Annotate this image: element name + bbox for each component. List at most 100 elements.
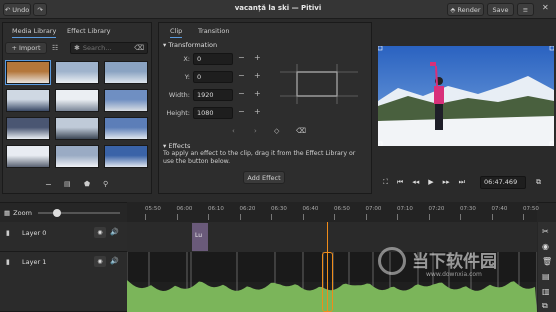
collapse-arrow-icon: ▾ [163, 142, 167, 150]
tag-icon[interactable]: ⬟ [84, 180, 90, 188]
effects-expander[interactable]: ▾ Effects [163, 142, 190, 150]
selected-clip-marker[interactable] [322, 252, 333, 312]
window-title: vacanță la ski — Pitivi [234, 4, 322, 12]
fullscreen-icon[interactable]: ⛶ [383, 178, 388, 187]
transport-controls: ⛶ ⏮ ◂◂ ▶ ▸▸ ⏭ [383, 178, 465, 187]
media-thumbnail[interactable] [5, 60, 51, 85]
tab-effect-library[interactable]: Effect Library [67, 27, 111, 35]
go-to-start-icon[interactable]: ⏮ [397, 178, 403, 187]
zoom-slider[interactable] [38, 212, 120, 214]
tab-transition[interactable]: Transition [198, 27, 229, 35]
transformation-expander[interactable]: ▾ Transformation [163, 41, 217, 49]
keyframe-diamond-icon[interactable]: ◇ [274, 127, 279, 135]
field-label: Height: [166, 109, 190, 117]
ruler-tick-mark [271, 214, 272, 220]
step-forward-icon[interactable]: ▸▸ [443, 178, 450, 187]
render-icon: ⬘ [450, 5, 456, 14]
transform-preview[interactable] [280, 62, 360, 107]
media-thumbnail[interactable] [55, 117, 99, 140]
undo-button[interactable]: ↶ Undo [3, 3, 31, 16]
detach-viewer-icon[interactable]: ⧉ [536, 178, 541, 187]
timecode-field[interactable]: 06:47.469 [480, 176, 526, 189]
layer-audio-icon[interactable]: 🔊 [110, 257, 119, 265]
group-icon[interactable]: ▤ [542, 272, 550, 281]
decrement-icon[interactable]: − [238, 71, 245, 80]
ruler-tick-mark [176, 214, 178, 220]
redo-button[interactable]: ↷ [33, 3, 47, 16]
zoom-slider-handle[interactable] [53, 209, 61, 217]
media-thumbnail[interactable] [55, 145, 99, 168]
next-keyframe-icon[interactable]: › [254, 127, 257, 135]
insert-at-playhead-icon[interactable]: ⚲ [103, 180, 108, 188]
plus-icon: + [11, 44, 17, 52]
ruler-tick-mark [523, 214, 524, 220]
timeline-ruler[interactable] [127, 202, 537, 222]
media-thumbnail[interactable] [104, 145, 148, 168]
save-button[interactable]: Save [487, 3, 514, 16]
decrement-icon[interactable]: − [238, 107, 245, 116]
decrement-icon[interactable]: − [238, 89, 245, 98]
save-label: Save [492, 5, 509, 14]
layer-name[interactable]: Layer 0 [22, 229, 46, 237]
layer-audio-icon[interactable]: 🔊 [110, 228, 119, 236]
drag-handle-icon[interactable]: ▮ [6, 258, 10, 266]
remove-clip-icon[interactable]: − [45, 180, 52, 189]
add-effect-button[interactable]: Add Effect [243, 171, 285, 184]
watermark-text: 当下软件园 [412, 252, 497, 272]
layer-0-header [0, 222, 127, 252]
increment-icon[interactable]: + [254, 53, 261, 62]
layer-visibility-toggle[interactable]: ◉ [94, 227, 106, 238]
transform-value-field[interactable]: 1080 [193, 107, 233, 119]
increment-icon[interactable]: + [254, 71, 261, 80]
video-viewer[interactable] [378, 46, 554, 146]
tab-clip[interactable]: Clip [170, 27, 183, 38]
decrement-icon[interactable]: − [238, 53, 245, 62]
tab-media-library[interactable]: Media Library [12, 27, 57, 38]
media-thumbnail[interactable] [55, 61, 99, 84]
clip-properties-icon[interactable]: ▤ [64, 180, 71, 188]
list-view-icon[interactable]: ☷ [52, 44, 58, 52]
clear-search-icon[interactable]: ⌫ [134, 44, 144, 52]
ruler-tick-label: 07:00 [365, 206, 382, 212]
search-field[interactable]: ✱ ⌫ [70, 42, 148, 54]
title-clip[interactable]: Lu [192, 223, 208, 251]
media-thumbnail[interactable] [104, 61, 148, 84]
watermark: 当下软件园 www.downxia.com [378, 245, 528, 285]
delete-icon[interactable]: 🗑 [542, 257, 552, 266]
media-thumbnail[interactable] [6, 117, 50, 140]
align-icon[interactable]: ▥ [542, 287, 550, 296]
reset-transform-icon[interactable]: ⌫ [296, 127, 306, 135]
ruler-tick-mark [491, 214, 493, 220]
transform-preview-svg [280, 64, 358, 104]
media-thumbnail[interactable] [104, 89, 148, 112]
play-icon[interactable]: ▶ [428, 178, 433, 187]
search-input[interactable] [82, 44, 128, 52]
media-thumbnail[interactable] [6, 89, 50, 112]
media-thumbnail[interactable] [55, 89, 99, 112]
ruler-tick-mark [208, 214, 209, 220]
transform-value-field[interactable]: 0 [193, 71, 233, 83]
increment-icon[interactable]: + [254, 89, 261, 98]
go-to-end-icon[interactable]: ⏭ [459, 178, 465, 187]
menu-button[interactable]: ≡ [517, 3, 534, 16]
eye-icon: ◉ [97, 229, 103, 236]
scissors-icon[interactable]: ✂ [542, 227, 549, 236]
increment-icon[interactable]: + [254, 107, 261, 116]
ruler-tick-mark [334, 214, 335, 220]
transform-value-field[interactable]: 1920 [193, 89, 233, 101]
transform-value-field[interactable]: 0 [193, 53, 233, 65]
layer-visibility-toggle[interactable]: ◉ [94, 256, 106, 267]
media-thumbnail[interactable] [104, 117, 148, 140]
ruler-tick-mark [460, 214, 461, 220]
ruler-tick-mark [302, 214, 304, 220]
import-button[interactable]: + Import [5, 42, 47, 54]
previous-keyframe-icon[interactable]: ‹ [232, 127, 235, 135]
drag-handle-icon[interactable]: ▮ [6, 229, 10, 237]
step-back-icon[interactable]: ◂◂ [412, 178, 419, 187]
media-thumbnail[interactable] [6, 145, 50, 168]
render-button[interactable]: ⬘ Render [447, 3, 484, 16]
close-icon[interactable]: ✕ [542, 3, 552, 15]
snap-icon[interactable]: ◉ [542, 242, 549, 251]
copy-icon[interactable]: ⧉ [542, 301, 548, 311]
layer-name[interactable]: Layer 1 [22, 258, 46, 266]
